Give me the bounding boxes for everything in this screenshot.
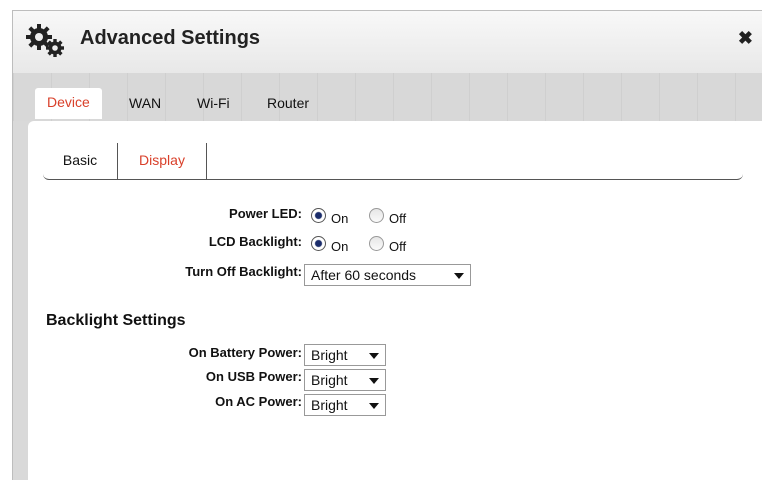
chevron-down-icon bbox=[369, 353, 379, 359]
power-led-off-radio[interactable] bbox=[369, 208, 384, 223]
power-led-off-label: Off bbox=[389, 211, 407, 226]
turn-off-backlight-label: Turn Off Backlight: bbox=[185, 264, 302, 279]
lcd-backlight-off-radio[interactable] bbox=[369, 236, 384, 251]
gears-icon bbox=[26, 24, 64, 57]
dialog-title: Advanced Settings bbox=[80, 27, 261, 49]
tab-device[interactable]: Device bbox=[35, 88, 102, 119]
power-led-label: Power LED: bbox=[229, 206, 302, 221]
tab-wifi[interactable]: Wi-Fi bbox=[197, 92, 230, 119]
subtab-basic[interactable]: Basic bbox=[43, 143, 118, 179]
dialog-titlebar: Advanced Settings ✖ bbox=[13, 11, 762, 74]
ac-power-select[interactable]: Bright bbox=[304, 394, 386, 416]
usb-power-select[interactable]: Bright bbox=[304, 369, 386, 391]
backlight-settings-heading: Backlight Settings bbox=[46, 312, 186, 329]
subtab-bar: Basic Display bbox=[43, 143, 743, 180]
battery-power-select[interactable]: Bright bbox=[304, 344, 386, 366]
usb-power-value: Bright bbox=[311, 372, 348, 388]
chevron-down-icon bbox=[369, 378, 379, 384]
settings-panel: Basic Display Power LED: On Off LCD Back… bbox=[28, 121, 762, 481]
ac-power-label: On AC Power: bbox=[215, 394, 302, 409]
subtab-display[interactable]: Display bbox=[118, 143, 207, 179]
turn-off-backlight-value: After 60 seconds bbox=[311, 267, 417, 283]
lcd-backlight-on-radio[interactable] bbox=[311, 236, 326, 251]
main-tab-bar: Device WAN Wi-Fi Router bbox=[13, 73, 762, 121]
lcd-backlight-label: LCD Backlight: bbox=[208, 234, 302, 249]
chevron-down-icon bbox=[454, 273, 464, 279]
lcd-backlight-on-label: On bbox=[331, 239, 349, 254]
tab-router[interactable]: Router bbox=[267, 92, 309, 119]
battery-power-value: Bright bbox=[311, 347, 348, 363]
ac-power-value: Bright bbox=[311, 397, 348, 413]
power-led-on-label: On bbox=[331, 211, 349, 226]
chevron-down-icon bbox=[369, 403, 379, 409]
close-icon[interactable]: ✖ bbox=[738, 29, 753, 47]
usb-power-label: On USB Power: bbox=[205, 369, 302, 384]
power-led-on-radio[interactable] bbox=[311, 208, 326, 223]
advanced-settings-dialog: Advanced Settings ✖ Device WAN Wi-Fi Rou… bbox=[12, 10, 762, 481]
tab-wan[interactable]: WAN bbox=[129, 92, 161, 119]
turn-off-backlight-select[interactable]: After 60 seconds bbox=[304, 264, 471, 286]
lcd-backlight-off-label: Off bbox=[389, 239, 407, 254]
battery-power-label: On Battery Power: bbox=[188, 345, 302, 360]
